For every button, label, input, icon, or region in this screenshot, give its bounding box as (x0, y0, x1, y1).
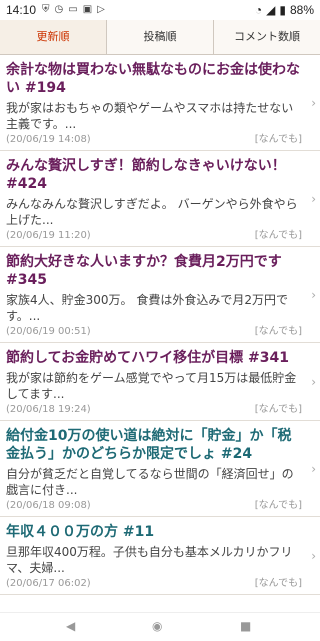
recents-icon[interactable]: ■ (240, 619, 251, 633)
play-icon: ▷ (97, 4, 105, 15)
thread-list: 余計な物は買わない無駄なものにお金は使わない #194 我が家はおもちゃの類やゲ… (0, 55, 320, 615)
tab-updated[interactable]: 更新順 (0, 20, 107, 54)
shield-icon: ⛨ (42, 4, 50, 15)
thread-date: (20/06/19 14:08) (6, 134, 91, 145)
tab-comment-count[interactable]: コメント数順 (214, 20, 320, 54)
image-icon: ▣ (82, 4, 93, 15)
status-time: 14:10 (6, 3, 37, 17)
thread-date: (20/06/19 00:51) (6, 326, 91, 337)
thread-category: [なんでも] (254, 230, 302, 241)
thread-excerpt: 家族4人、貯金300万。 食費は外食込みで月2万円です。... (6, 293, 288, 323)
thread-item[interactable]: 年収４００万の方 #11 旦那年収400万程。子供も自分も基本メルカリかフリマ、… (0, 517, 320, 595)
back-icon[interactable]: ◀ (66, 619, 75, 633)
thread-item[interactable]: 余計な物は買わない無駄なものにお金は使わない #194 我が家はおもちゃの類やゲ… (0, 55, 320, 151)
chevron-right-icon: › (311, 374, 316, 389)
thread-date: (20/06/19 11:20) (6, 230, 91, 241)
thread-item[interactable]: 給付金10万の使い道は絶対に「貯金」か「税金払う」かのどちらか限定でしょ #24… (0, 421, 320, 517)
chevron-right-icon: › (311, 548, 316, 563)
notification-icons: ⛨ ◷ ▭ ▣ ▷ (42, 4, 105, 15)
thread-item[interactable]: 節約してお金貯めてハワイ移住が目標 #341 我が家は節約をゲーム感覚でやって月… (0, 343, 320, 421)
thread-date: (20/06/17 06:02) (6, 578, 91, 589)
thread-item[interactable]: 節約大好きな人いますか？食費月2万円です #345 家族4人、貯金300万。 食… (0, 247, 320, 343)
tab-posted[interactable]: 投稿順 (107, 20, 214, 54)
signal-icon: ◢ (266, 3, 276, 17)
thread-title: 給付金10万の使い道は絶対に「貯金」か「税金払う」かのどちらか限定でしょ #24 (6, 428, 292, 462)
thread-date: (20/06/18 09:08) (6, 500, 91, 511)
thread-excerpt: 自分が貧乏だと自覚してるなら世間の「経済回せ」の戯言に付き... (6, 467, 294, 497)
thread-excerpt: 旦那年収400万程。子供も自分も基本メルカリかフリマ、夫婦... (6, 545, 293, 575)
sort-tabs: 更新順 投稿順 コメント数順 (0, 20, 320, 55)
home-icon[interactable]: ◉ (152, 619, 162, 633)
thread-title: 年収４００万の方 #11 (6, 524, 155, 540)
thread-category: [なんでも] (254, 578, 302, 589)
battery-level: 88% (289, 3, 314, 17)
battery-icon: ▮ (279, 3, 286, 17)
thread-category: [なんでも] (254, 404, 302, 415)
chevron-right-icon: › (311, 461, 316, 476)
status-bar: 14:10 ⛨ ◷ ▭ ▣ ▷ ◔ ◢ ▮ 88% (0, 0, 320, 20)
thread-title: 節約してお金貯めてハワイ移住が目標 #341 (6, 350, 289, 366)
thread-excerpt: 我が家はおもちゃの類やゲームやスマホは持たせない主義です。... (6, 101, 294, 131)
chevron-right-icon: › (311, 95, 316, 110)
thread-title: みんな贅沢しすぎ！節約しなきゃいけない！ #424 (6, 158, 286, 192)
thread-excerpt: 我が家は節約をゲーム感覚でやって月15万は最低貯金してます... (6, 371, 297, 401)
app-badge-icon: ▭ (68, 4, 78, 15)
thread-category: [なんでも] (254, 134, 302, 145)
system-nav-bar: ◀ ◉ ■ (0, 612, 320, 641)
thread-date: (20/06/18 19:24) (6, 404, 91, 415)
thread-excerpt: みんなみんな贅沢しすぎだよ。 バーゲンやら外食やら上げた... (6, 197, 298, 227)
status-right: ◔ ◢ ▮ 88% (255, 3, 314, 17)
thread-item[interactable]: みんな贅沢しすぎ！節約しなきゃいけない！ #424 みんなみんな贅沢しすぎだよ。… (0, 151, 320, 247)
thread-title: 余計な物は買わない無駄なものにお金は使わない #194 (6, 62, 300, 96)
thread-category: [なんでも] (254, 500, 302, 511)
thread-title: 節約大好きな人いますか？食費月2万円です #345 (6, 254, 282, 288)
chevron-right-icon: › (311, 191, 316, 206)
wifi-icon: ◔ (254, 3, 263, 17)
thread-category: [なんでも] (254, 326, 302, 337)
alarm-icon: ◷ (54, 4, 64, 15)
chevron-right-icon: › (311, 287, 316, 302)
